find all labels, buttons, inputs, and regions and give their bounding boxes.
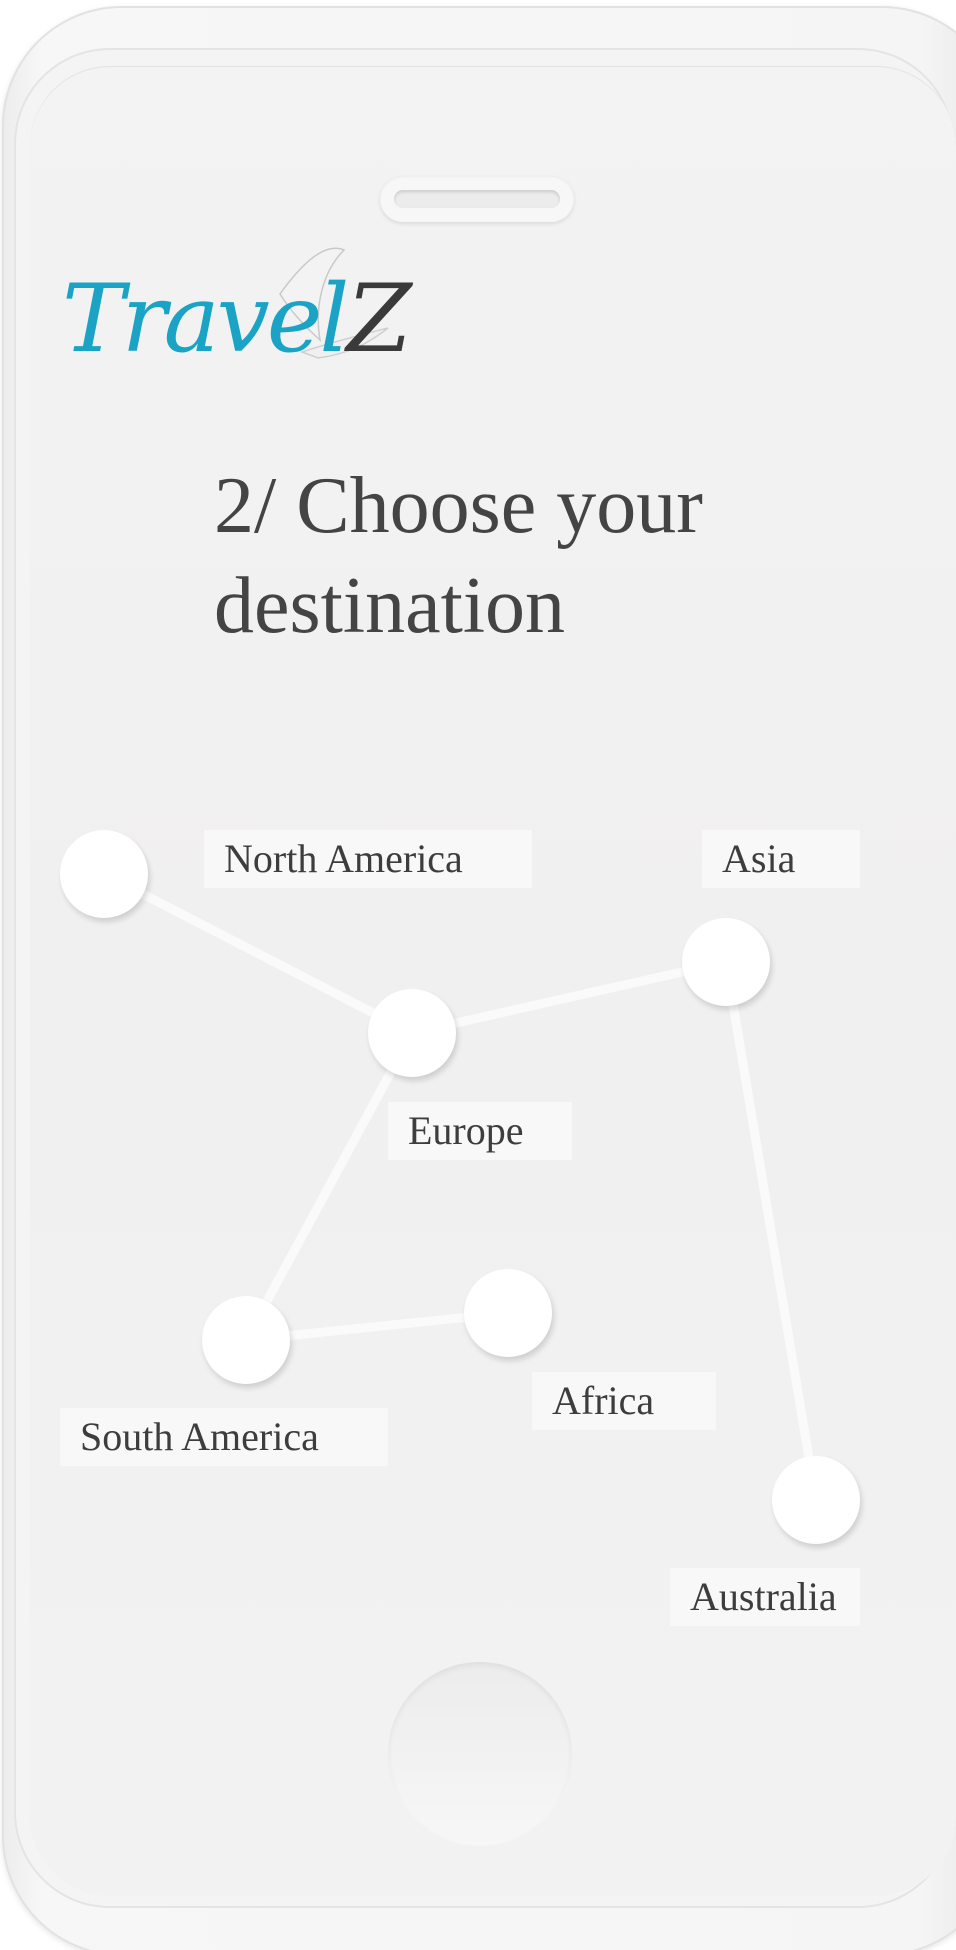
destination-label-north-america[interactable]: North America xyxy=(204,830,532,888)
link-europe-asia xyxy=(407,957,731,1038)
destination-label-australia[interactable]: Australia xyxy=(670,1568,860,1626)
destination-label-south-america[interactable]: South America xyxy=(60,1408,388,1466)
link-north-america-europe xyxy=(99,869,417,1038)
destination-label-africa[interactable]: Africa xyxy=(532,1372,716,1430)
destination-map-links xyxy=(99,869,821,1505)
destination-node-asia[interactable] xyxy=(682,918,770,1006)
link-asia-australia xyxy=(721,957,821,1505)
destination-node-australia[interactable] xyxy=(772,1456,860,1544)
destination-label-europe[interactable]: Europe xyxy=(388,1102,572,1160)
destination-node-africa[interactable] xyxy=(464,1269,552,1357)
destination-node-south-america[interactable] xyxy=(202,1296,290,1384)
destination-label-asia[interactable]: Asia xyxy=(702,830,860,888)
destination-node-north-america[interactable] xyxy=(60,830,148,918)
link-europe-south-america xyxy=(241,1028,417,1345)
home-button[interactable] xyxy=(388,1662,572,1846)
destination-node-europe[interactable] xyxy=(368,989,456,1077)
